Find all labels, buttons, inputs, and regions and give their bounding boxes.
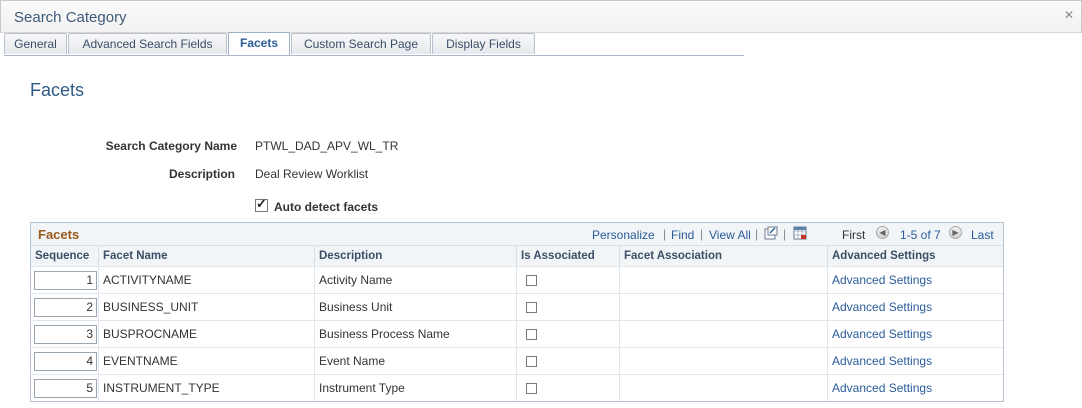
col-sequence: Sequence bbox=[31, 246, 99, 266]
facet-association-cell bbox=[620, 267, 828, 293]
col-facet-association: Facet Association bbox=[620, 246, 828, 266]
grid-title: Facets bbox=[38, 227, 80, 242]
description-cell: Business Process Name bbox=[315, 321, 517, 347]
facet-association-cell bbox=[620, 348, 828, 374]
sequence-input[interactable]: 3 bbox=[34, 325, 97, 344]
tab-facets[interactable]: Facets bbox=[228, 32, 290, 55]
facet-association-cell bbox=[620, 294, 828, 320]
previous-arrow-icon[interactable]: ◀ bbox=[876, 226, 889, 239]
separator: | bbox=[755, 227, 759, 241]
tab-label: Custom Search Page bbox=[303, 37, 419, 51]
separator: | bbox=[783, 227, 787, 241]
col-advanced-settings: Advanced Settings bbox=[828, 246, 1003, 266]
description-cell: Event Name bbox=[315, 348, 517, 374]
facet-association-cell bbox=[620, 321, 828, 347]
sequence-input[interactable]: 5 bbox=[34, 379, 97, 398]
window-title: Search Category bbox=[14, 9, 127, 26]
description-cell: Business Unit bbox=[315, 294, 517, 320]
sequence-cell: 4 bbox=[31, 348, 99, 374]
first-label[interactable]: First bbox=[842, 228, 865, 242]
col-description: Description bbox=[315, 246, 517, 266]
facet-name-cell: INSTRUMENT_TYPE bbox=[99, 375, 315, 401]
tab-label: General bbox=[14, 37, 57, 51]
search-category-name-value: PTWL_DAD_APV_WL_TR bbox=[255, 139, 399, 153]
is-associated-checkbox[interactable] bbox=[526, 329, 537, 340]
last-link[interactable]: Last bbox=[971, 228, 994, 242]
col-is-associated: Is Associated bbox=[517, 246, 620, 266]
advanced-settings-link[interactable]: Advanced Settings bbox=[828, 267, 1003, 293]
personalize-link[interactable]: Personalize bbox=[592, 228, 655, 242]
separator: | bbox=[663, 227, 667, 241]
find-link[interactable]: Find bbox=[671, 228, 694, 242]
download-spreadsheet-icon[interactable] bbox=[793, 226, 807, 240]
table-row: 1 ACTIVITYNAME Activity Name Advanced Se… bbox=[31, 266, 1003, 293]
description-value: Deal Review Worklist bbox=[255, 167, 369, 181]
tab-general[interactable]: General bbox=[4, 33, 67, 54]
tab-advanced-search-fields[interactable]: Advanced Search Fields bbox=[68, 33, 227, 54]
advanced-settings-link[interactable]: Advanced Settings bbox=[828, 375, 1003, 401]
page-title: Facets bbox=[30, 80, 85, 100]
is-associated-checkbox[interactable] bbox=[526, 275, 537, 286]
view-all-link[interactable]: View All bbox=[709, 228, 751, 242]
tab-label: Display Fields bbox=[446, 37, 521, 51]
search-category-name-label: Search Category Name bbox=[105, 139, 237, 153]
sequence-cell: 5 bbox=[31, 375, 99, 401]
row-range: 1-5 of 7 bbox=[900, 228, 941, 242]
tab-bar: General Advanced Search Fields Facets Cu… bbox=[4, 32, 744, 56]
facet-name-cell: EVENTNAME bbox=[99, 348, 315, 374]
sequence-input[interactable]: 1 bbox=[34, 271, 97, 290]
table-row: 3 BUSPROCNAME Business Process Name Adva… bbox=[31, 320, 1003, 347]
facet-name-cell: BUSINESS_UNIT bbox=[99, 294, 315, 320]
advanced-settings-link[interactable]: Advanced Settings bbox=[828, 321, 1003, 347]
sequence-cell: 3 bbox=[31, 321, 99, 347]
sequence-cell: 2 bbox=[31, 294, 99, 320]
auto-detect-facets-label: Auto detect facets bbox=[274, 200, 379, 214]
is-associated-checkbox[interactable] bbox=[526, 302, 537, 313]
facet-name-cell: ACTIVITYNAME bbox=[99, 267, 315, 293]
description-cell: Activity Name bbox=[315, 267, 517, 293]
description-label: Description bbox=[168, 167, 235, 181]
facets-grid: Facets Personalize | Find | View All | |… bbox=[30, 222, 1004, 402]
grid-header: Facets Personalize | Find | View All | |… bbox=[31, 223, 1003, 246]
table-row: 2 BUSINESS_UNIT Business Unit Advanced S… bbox=[31, 293, 1003, 320]
table-row: 4 EVENTNAME Event Name Advanced Settings bbox=[31, 347, 1003, 374]
table-row: 5 INSTRUMENT_TYPE Instrument Type Advanc… bbox=[31, 374, 1003, 401]
is-associated-checkbox[interactable] bbox=[526, 383, 537, 394]
facet-association-cell bbox=[620, 375, 828, 401]
tab-display-fields[interactable]: Display Fields bbox=[432, 33, 535, 54]
close-icon[interactable]: ✕ bbox=[1063, 9, 1075, 21]
sequence-input[interactable]: 4 bbox=[34, 352, 97, 371]
new-window-icon[interactable] bbox=[764, 226, 778, 240]
separator: | bbox=[700, 227, 704, 241]
facet-name-cell: BUSPROCNAME bbox=[99, 321, 315, 347]
sequence-input[interactable]: 2 bbox=[34, 298, 97, 317]
sequence-cell: 1 bbox=[31, 267, 99, 293]
description-cell: Instrument Type bbox=[315, 375, 517, 401]
tab-custom-search-page[interactable]: Custom Search Page bbox=[291, 33, 431, 54]
advanced-settings-link[interactable]: Advanced Settings bbox=[828, 294, 1003, 320]
is-associated-checkbox[interactable] bbox=[526, 356, 537, 367]
next-arrow-icon[interactable]: ▶ bbox=[949, 226, 962, 239]
col-facet-name: Facet Name bbox=[99, 246, 315, 266]
tab-label: Facets bbox=[239, 36, 279, 50]
auto-detect-facets-checkbox[interactable] bbox=[255, 196, 268, 212]
advanced-settings-link[interactable]: Advanced Settings bbox=[828, 348, 1003, 374]
tab-label: Advanced Search Fields bbox=[82, 37, 213, 51]
window-titlebar: Search Category ✕ bbox=[0, 0, 1082, 33]
